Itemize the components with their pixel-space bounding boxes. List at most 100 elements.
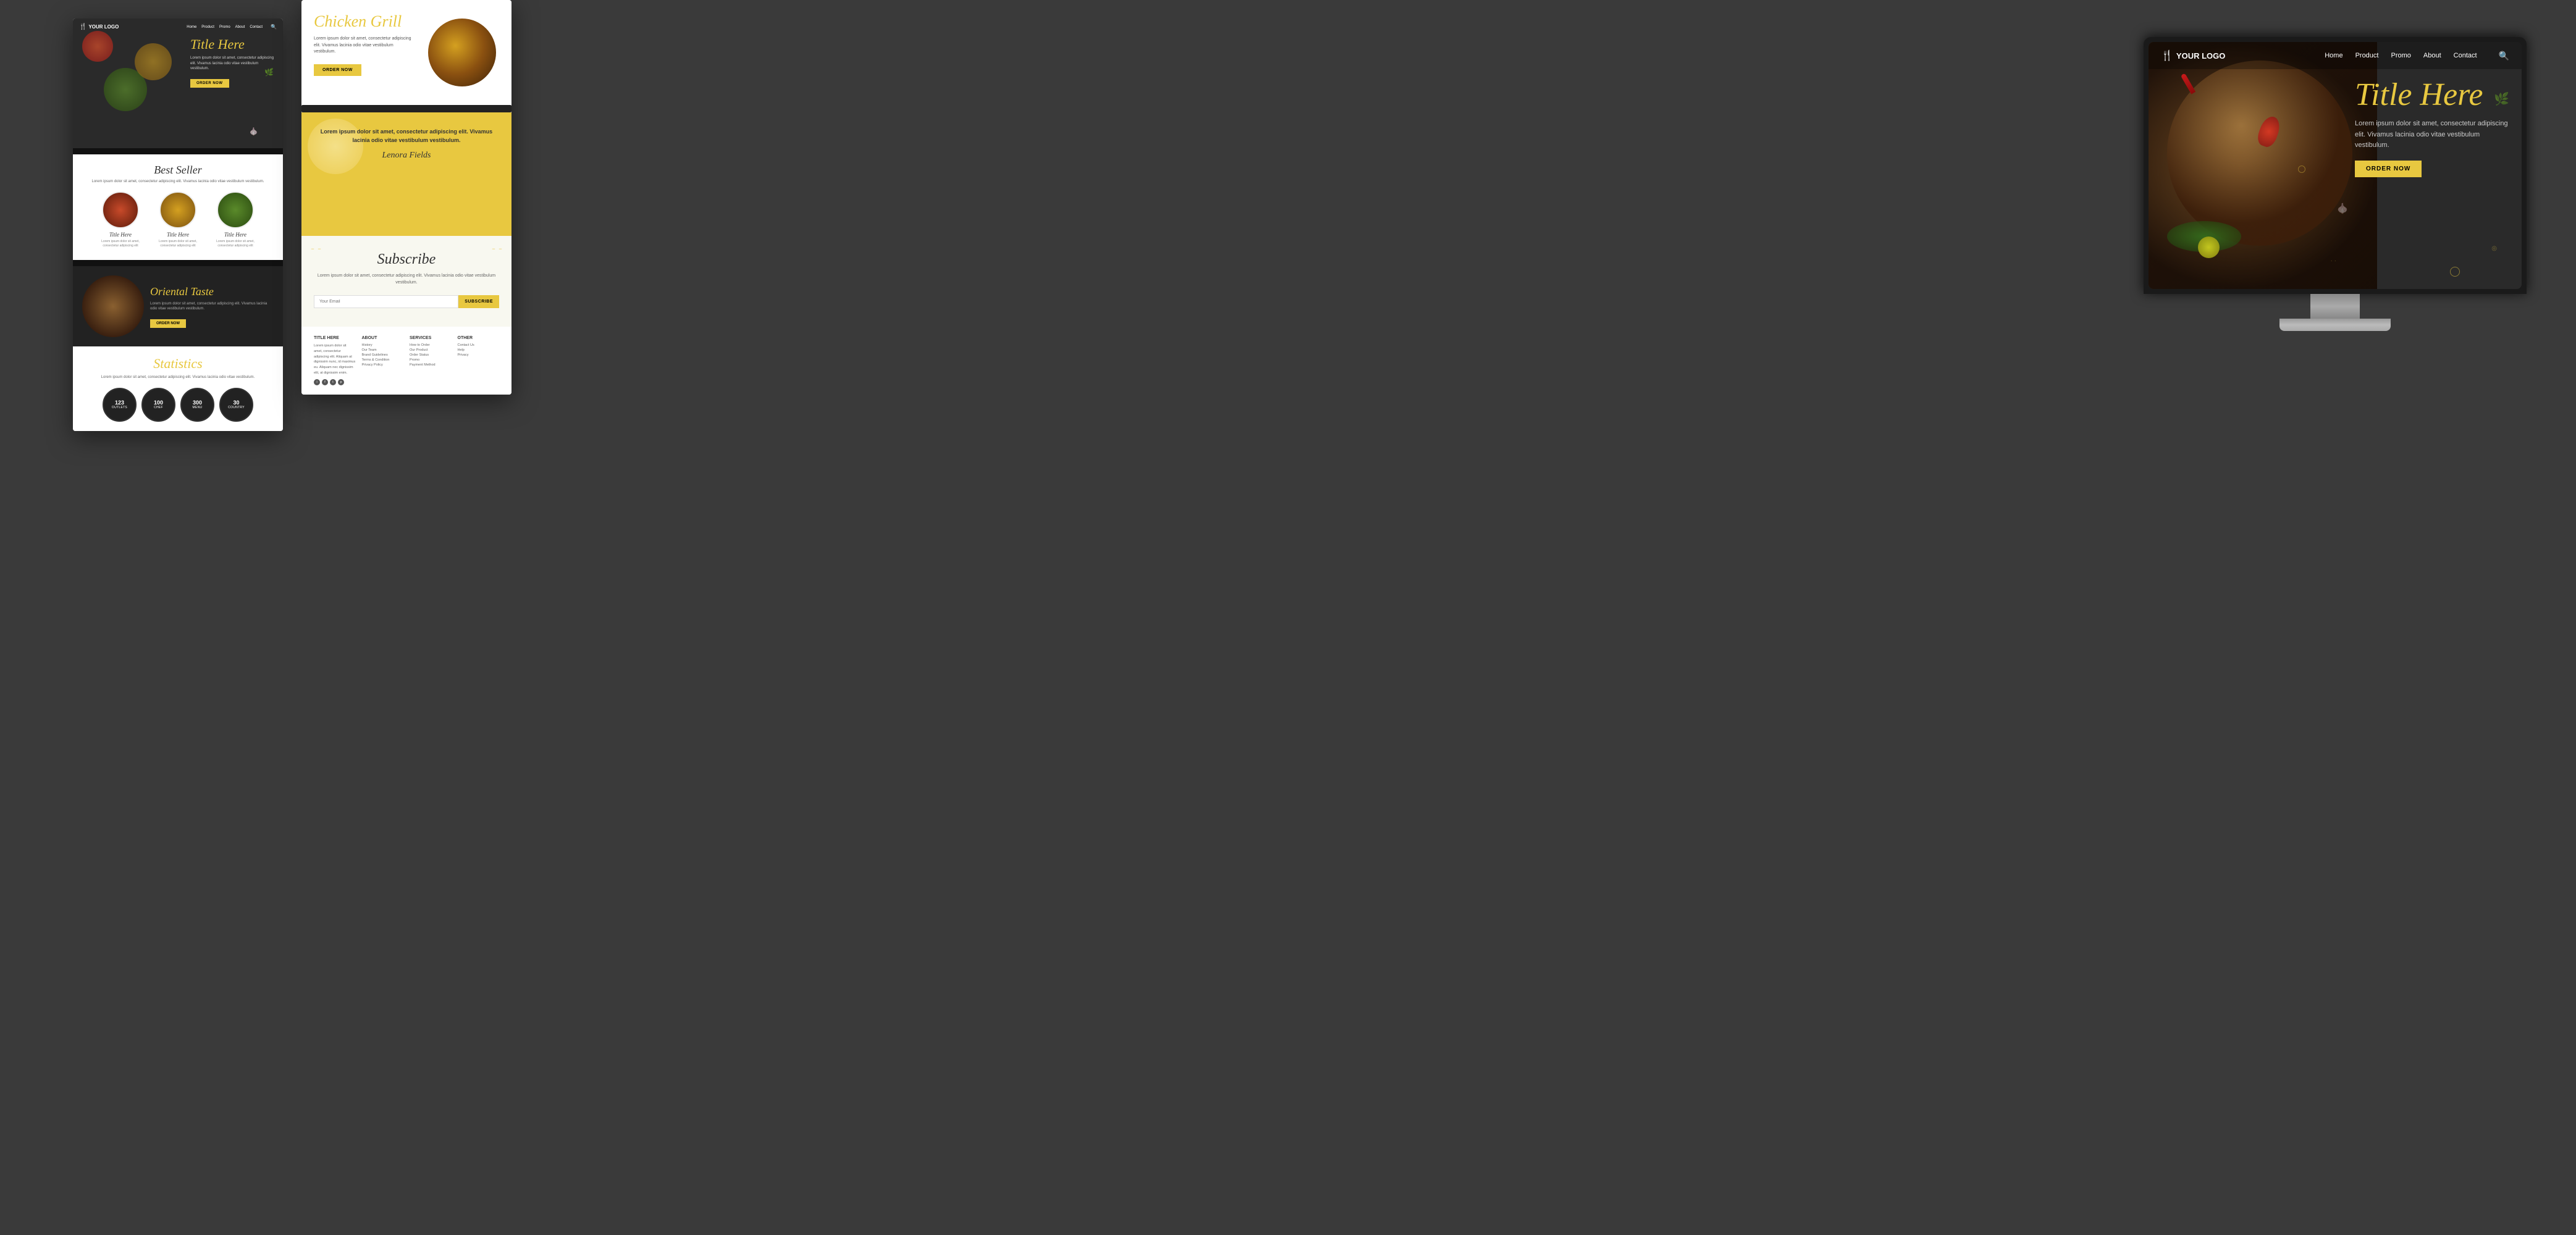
stat-country: 30 COUNTRY: [219, 388, 253, 422]
brush-divider: [73, 148, 283, 154]
oriental-desc: Lorem ipsum dolor sit amet, consectetur …: [150, 301, 274, 312]
product-desc-3: Lorem ipsum dolor sit amet, consectetur …: [209, 240, 262, 248]
lm-nav-home[interactable]: Home: [187, 25, 196, 29]
stat-outlets: 123 OUTLETS: [103, 388, 137, 422]
lm-hero-content: Title Here Lorem ipsum dolor sit amet, c…: [190, 37, 277, 88]
best-seller-title: Best Seller: [82, 164, 274, 177]
footer-col-3: SERVICES How to Order Our Product Order …: [410, 336, 452, 385]
footer-link-privacy[interactable]: Privacy Policy: [362, 363, 404, 367]
cm-hero: Chicken Grill Lorem ipsum dolor sit amet…: [301, 0, 511, 99]
rm-logo: 🍴 YOUR LOGO: [2161, 49, 2325, 62]
lm-order-button[interactable]: ORDER NOW: [190, 79, 229, 88]
oriental-content: Oriental Taste Lorem ipsum dolor sit ame…: [150, 285, 274, 329]
rm-deco-garlic: 🧄: [2336, 203, 2349, 215]
oriental-row: Oriental Taste Lorem ipsum dolor sit ame…: [82, 275, 274, 337]
pinterest-icon[interactable]: p: [338, 379, 344, 385]
stats-desc: Lorem ipsum dolor sit amet, consectetur …: [82, 375, 274, 380]
subscribe-form: SUBSCRIBE: [314, 295, 499, 308]
leaf-icon-1: 🌿: [264, 68, 274, 77]
subscribe-desc: Lorem ipsum dolor sit amet, consectetur …: [314, 273, 499, 286]
lm-nav-promo[interactable]: Promo: [219, 25, 230, 29]
footer-link-payment[interactable]: Payment Method: [410, 363, 452, 367]
monitor-screen: 🍴 YOUR LOGO Home Product Promo About Con…: [2144, 37, 2527, 294]
footer-link-contact[interactable]: Contact Us: [458, 343, 500, 347]
rm-logo-text: YOUR LOGO: [2176, 51, 2225, 61]
stat-label-outlets: OUTLETS: [112, 406, 127, 409]
footer-link-how-to-order[interactable]: How to Order: [410, 343, 452, 347]
monitor-stand-base: [2279, 319, 2391, 331]
stat-num-chef: 100: [154, 400, 163, 406]
facebook-icon[interactable]: f: [322, 379, 328, 385]
garlic-icon: 🧄: [249, 127, 258, 136]
lm-food-bg: [73, 19, 196, 148]
fork-knife-icon: 🍴: [79, 23, 86, 30]
subscribe-title: Subscribe: [314, 251, 499, 268]
rm-hero-title: Title Here: [2355, 79, 2509, 111]
footer-link-our-product[interactable]: Our Product: [410, 348, 452, 352]
lm-nav: 🍴 YOUR LOGO Home Product Promo About Con…: [73, 23, 283, 30]
product-item-3: Title Here Lorem ipsum dolor sit amet, c…: [209, 191, 262, 248]
rm-nav-promo[interactable]: Promo: [2391, 52, 2410, 59]
products-row: Title Here Lorem ipsum dolor sit amet, c…: [82, 191, 274, 248]
rm-order-button[interactable]: ORDER NOW: [2355, 161, 2422, 177]
footer-link-history[interactable]: History: [362, 343, 404, 347]
rm-nav-about[interactable]: About: [2423, 52, 2441, 59]
stat-num-country: 30: [233, 400, 239, 406]
footer-other-heading: OTHER: [458, 336, 500, 340]
footer-link-privacy-other[interactable]: Privacy: [458, 353, 500, 357]
oriental-order-button[interactable]: ORDER NOW: [150, 319, 186, 328]
lm-nav-contact[interactable]: Contact: [250, 25, 263, 29]
center-mockup: Chicken Grill Lorem ipsum dolor sit amet…: [301, 0, 511, 395]
lm-logo-text: YOUR LOGO: [88, 24, 119, 30]
cm-order-button[interactable]: ORDER NOW: [314, 64, 361, 76]
cm-footer: TITLE HERE Lorem ipsum dolor sit amet, c…: [301, 327, 511, 395]
oriental-title: Oriental Taste: [150, 285, 274, 298]
rm-nav-product[interactable]: Product: [2355, 52, 2379, 59]
rm-food-bg: [2149, 42, 2377, 289]
product-desc-1: Lorem ipsum dolor sit amet, consectetur …: [95, 240, 147, 248]
rm-nav-contact[interactable]: Contact: [2454, 52, 2477, 59]
best-seller-desc: Lorem ipsum dolor sit amet, consectetur …: [82, 179, 274, 184]
stat-label-chef: CHEF: [154, 406, 163, 409]
rm-nav-home[interactable]: Home: [2325, 52, 2342, 59]
rm-search-icon[interactable]: 🔍: [2499, 51, 2509, 61]
instagram-icon[interactable]: i: [314, 379, 320, 385]
rm-deco-dots: · ·: [2331, 257, 2336, 264]
lm-nav-about[interactable]: About: [235, 25, 245, 29]
footer-link-order-status[interactable]: Order Status: [410, 353, 452, 357]
rm-hero-content: Title Here Lorem ipsum dolor sit amet, c…: [2355, 79, 2509, 177]
footer-about-text: Lorem ipsum dolor sit amet, consectetur …: [314, 343, 356, 376]
lm-hero: 🍴 YOUR LOGO Home Product Promo About Con…: [73, 19, 283, 148]
footer-link-team[interactable]: Our Team: [362, 348, 404, 352]
footer-title-here: TITLE HERE: [314, 336, 356, 340]
stat-menu: 300 MENU: [180, 388, 214, 422]
product-title-1: Title Here: [109, 232, 132, 238]
left-mockup: 🍴 YOUR LOGO Home Product Promo About Con…: [73, 19, 283, 431]
cm-subscribe: - - - - Subscribe Lorem ipsum dolor sit …: [301, 236, 511, 327]
rm-food-bowl: [2167, 61, 2352, 246]
footer-link-help[interactable]: Help: [458, 348, 500, 352]
subscribe-button[interactable]: SUBSCRIBE: [458, 295, 499, 308]
lm-logo: 🍴 YOUR LOGO: [79, 23, 187, 30]
lm-hero-desc: Lorem ipsum dolor sit amet, consectetur …: [190, 56, 277, 71]
cm-testimonial-desc: Lorem ipsum dolor sit amet, consectetur …: [314, 128, 499, 144]
footer-col-about: TITLE HERE Lorem ipsum dolor sit amet, c…: [314, 336, 356, 385]
search-icon[interactable]: 🔍: [271, 24, 277, 30]
lm-nav-product[interactable]: Product: [201, 25, 214, 29]
email-input[interactable]: [314, 295, 458, 308]
rm-deco-circle-2: [2298, 165, 2305, 173]
cm-testimonial-author: Lenora Fields: [314, 151, 499, 161]
twitter-icon[interactable]: t: [330, 379, 336, 385]
brush-divider-2: [73, 260, 283, 266]
cm-chicken-desc: Lorem ipsum dolor sit amet, consectetur …: [314, 36, 413, 56]
stat-label-menu: MENU: [193, 406, 203, 409]
footer-link-promo[interactable]: Promo: [410, 358, 452, 362]
deco-dash-2: - -: [492, 242, 502, 255]
footer-link-terms[interactable]: Terms & Condition: [362, 358, 404, 362]
rm-deco-circle-1: [2450, 267, 2460, 277]
rm-hero: 🍴 YOUR LOGO Home Product Promo About Con…: [2149, 42, 2522, 289]
stat-num-outlets: 123: [115, 400, 124, 406]
product-img-2: [159, 191, 196, 228]
footer-link-brand[interactable]: Brand Guidelines: [362, 353, 404, 357]
product-img-1: [102, 191, 139, 228]
